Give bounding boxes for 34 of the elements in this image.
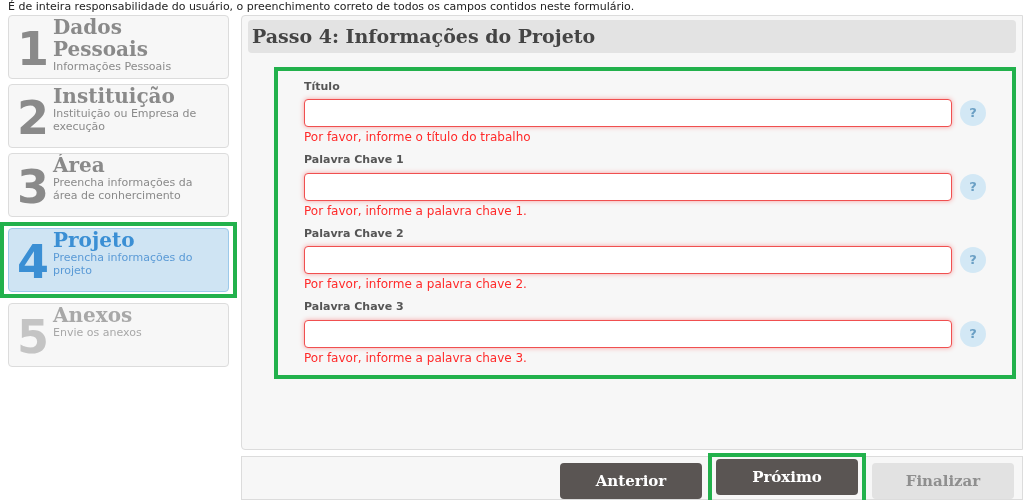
help-icon[interactable]: ?	[960, 173, 986, 200]
help-icon[interactable]: ?	[960, 247, 986, 273]
text-input[interactable]	[304, 172, 953, 201]
help-icon[interactable]: ?	[960, 100, 986, 126]
panel-title: Passo 4: Informações do Projeto	[248, 20, 1016, 53]
step-title: Área	[53, 154, 106, 176]
nav-button[interactable]: Próximo	[716, 459, 858, 495]
step-subtitle: Informações Pessoais	[53, 60, 173, 73]
field-label: Palavra Chave 3	[304, 299, 405, 315]
step-title: Dados Pessoais	[53, 16, 149, 60]
step-title: Instituição	[53, 85, 176, 107]
error-message: Por favor, informe a palavra chave 2.	[304, 276, 528, 293]
step-number: 2	[17, 95, 49, 141]
field-label: Palavra Chave 1	[304, 152, 405, 168]
help-icon[interactable]: ?	[960, 320, 986, 347]
field-label: Palavra Chave 2	[304, 225, 405, 242]
error-message: Por favor, informe a palavra chave 1.	[304, 202, 528, 220]
nav-button[interactable]: Anterior	[560, 463, 702, 499]
step-number: 1	[17, 26, 49, 72]
step-subtitle: Instituição ou Empresa de execução	[53, 107, 198, 133]
text-input[interactable]	[304, 99, 953, 127]
step-number: 3	[17, 164, 49, 210]
step-title: Projeto	[53, 229, 136, 251]
field-label: Título	[304, 78, 341, 95]
error-message: Por favor, informe a palavra chave 3.	[304, 349, 528, 367]
step-title: Anexos	[53, 304, 134, 326]
step-number: 4	[17, 239, 49, 285]
error-message: Por favor, informe o título do trabalho	[304, 129, 532, 146]
step-subtitle: Envie os anexos	[53, 326, 142, 339]
notice-text: É de inteira responsabilidade do usuário, o preenchimento correto de todos os campos contidos neste formulário.	[7, 0, 636, 13]
step-subtitle: Preencha informações da área de conhercimento	[53, 176, 194, 202]
step-subtitle: Preencha informações do projeto	[53, 251, 194, 277]
text-input[interactable]	[304, 319, 953, 348]
text-input[interactable]	[304, 246, 953, 274]
